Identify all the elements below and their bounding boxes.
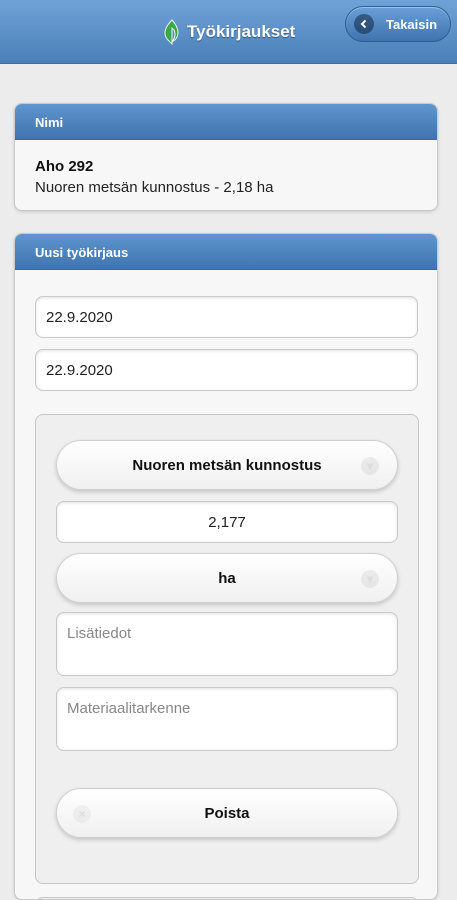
app-header: Työkirjaukset Takaisin [0,0,457,64]
work-item-box: Nuoren metsän kunnostus ▾ 2,177 ha ▾ Lis… [35,414,419,884]
quantity-field[interactable]: 2,177 [56,501,398,543]
chevron-left-icon [354,14,374,34]
new-entry-heading: Uusi työkirjaus [15,234,437,270]
end-date-field[interactable]: 22.9.2020 [35,349,418,391]
unit-select[interactable]: ha ▾ [56,553,398,603]
stand-detail: Nuoren metsän kunnostus - 2,18 ha [35,179,274,196]
close-icon: × [73,805,91,823]
material-field[interactable]: Materiaalitarkenne [56,687,398,751]
start-date-field[interactable]: 22.9.2020 [35,296,418,338]
leaf-logo-icon [164,19,179,46]
unit-label: ha [218,569,236,587]
additional-info-field[interactable]: Lisätiedot [56,612,398,676]
name-panel-heading: Nimi [15,104,437,140]
page-title: Työkirjaukset [187,22,296,41]
delete-button[interactable]: × Poista [56,788,398,838]
delete-button-label: Poista [204,804,250,822]
work-type-label: Nuoren metsän kunnostus [132,456,322,474]
name-panel: Nimi Aho 292 Nuoren metsän kunnostus - 2… [14,103,438,211]
work-type-select[interactable]: Nuoren metsän kunnostus ▾ [56,440,398,490]
chevron-down-icon: ▾ [361,457,379,475]
back-button-label: Takaisin [386,16,438,32]
back-button[interactable]: Takaisin [345,6,451,42]
new-entry-panel: Uusi työkirjaus 22.9.2020 22.9.2020 Nuor… [14,233,438,900]
stand-name: Aho 292 [35,158,94,175]
chevron-down-icon: ▾ [361,570,379,588]
